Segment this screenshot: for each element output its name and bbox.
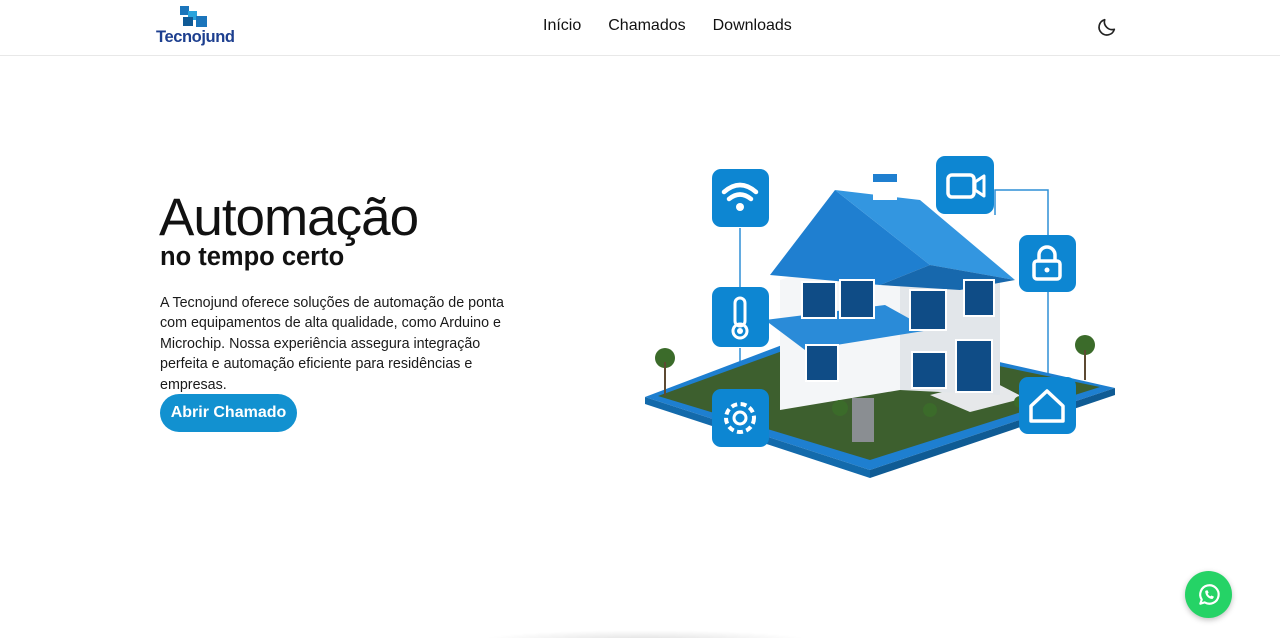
nav-link-inicio[interactable]: Início — [543, 17, 581, 35]
nav-link-downloads[interactable]: Downloads — [713, 17, 792, 35]
whatsapp-button[interactable] — [1185, 571, 1232, 618]
logo-squares-icon — [180, 6, 207, 27]
lock-icon — [1019, 235, 1076, 292]
smart-home-illustration — [630, 140, 1130, 490]
wifi-icon — [712, 169, 769, 227]
smart-home-house-image — [645, 156, 1115, 478]
hero-title: Automação — [159, 188, 419, 247]
site-header: Tecnojund Início Chamados Downloads — [0, 0, 1280, 56]
moon-icon — [1098, 18, 1116, 36]
nav-link-chamados[interactable]: Chamados — [608, 17, 685, 35]
hero-description: A Tecnojund oferece soluções de automaçã… — [160, 295, 504, 393]
hero-subtitle: no tempo certo — [160, 243, 345, 271]
home-icon — [1019, 377, 1076, 434]
gear-icon — [712, 389, 769, 447]
brand-logo[interactable]: Tecnojund — [156, 6, 238, 48]
open-ticket-button[interactable]: Abrir Chamado — [160, 394, 297, 432]
theme-toggle-button[interactable] — [1096, 16, 1118, 38]
main-nav: Início Chamados Downloads — [543, 17, 792, 35]
footer-shadow — [480, 630, 810, 638]
thermometer-icon — [712, 287, 769, 347]
video-camera-icon — [936, 156, 994, 214]
brand-name: Tecnojund — [156, 28, 235, 46]
whatsapp-icon — [1198, 583, 1220, 605]
